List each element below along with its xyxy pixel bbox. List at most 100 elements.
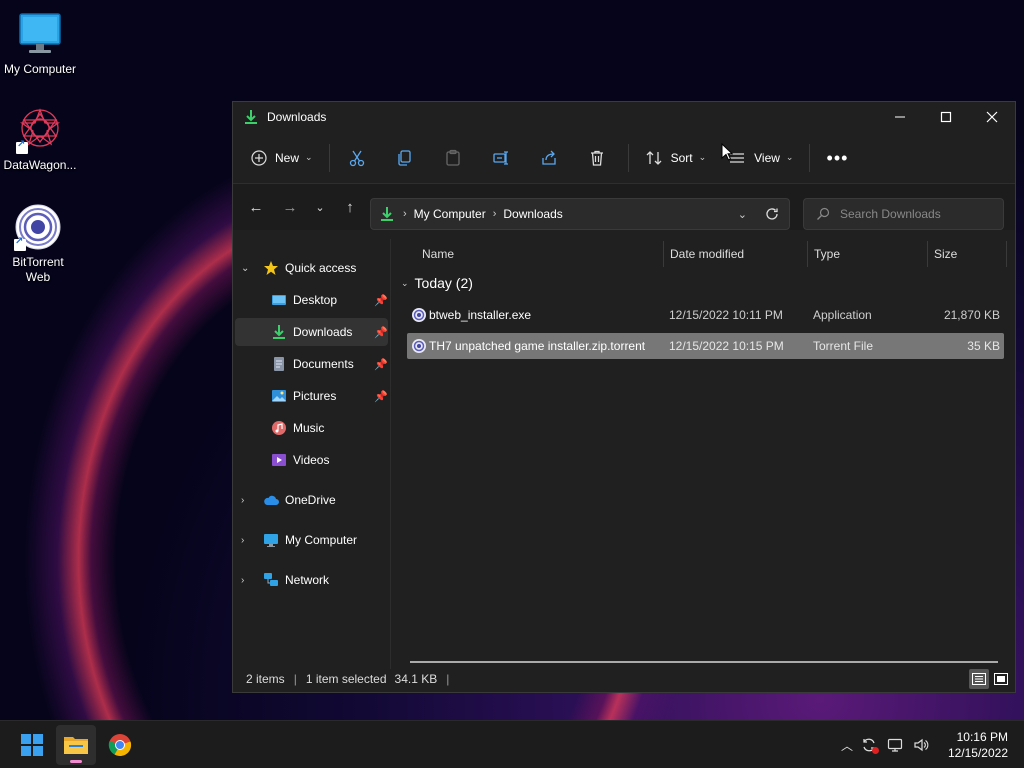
desktop-icon-label: My Computer [3,62,77,76]
paste-button[interactable] [434,142,472,174]
taskbar-chrome[interactable] [100,725,140,765]
nav-quick-access-label: Quick access [285,261,357,275]
torrent-file-icon [411,333,427,359]
pane-splitter[interactable] [390,239,391,669]
close-button[interactable] [969,102,1015,132]
sort-label: Sort [670,150,693,165]
column-header-name[interactable]: Name [422,239,454,269]
shortcut-arrow-icon [16,139,28,154]
address-bar[interactable]: › My Computer › Downloads ⌄ [370,198,790,230]
active-indicator [70,760,82,763]
mouse-cursor-icon [721,142,734,164]
column-divider[interactable] [1006,241,1007,267]
share-button[interactable] [530,142,568,174]
rename-button[interactable] [482,142,520,174]
start-button[interactable] [12,725,52,765]
sync-icon[interactable] [856,737,882,754]
nav-quick-access[interactable]: ⌄ Quick access [233,254,388,282]
search-input[interactable]: Search Downloads [803,198,1004,230]
breadcrumb-my-computer[interactable]: My Computer [414,207,486,221]
nav-onedrive-label: OneDrive [285,493,336,507]
folder-icon [63,734,89,756]
nav-item-desktop[interactable]: Desktop 📌 [233,286,388,314]
nav-item-label: Music [293,421,325,435]
pin-icon[interactable]: 📌 [374,326,388,339]
nav-item-downloads[interactable]: Downloads 📌 [235,318,388,346]
back-button[interactable]: ← [241,192,271,222]
volume-icon[interactable] [908,737,934,753]
pin-icon[interactable]: 📌 [374,358,388,371]
column-header-date-modified[interactable]: Date modified [670,239,744,269]
download-icon [379,206,395,222]
nav-item-label: Downloads [293,325,353,339]
tiles-view-button[interactable] [991,669,1011,689]
search-icon [816,207,830,221]
status-item-count: 2 items [246,672,285,686]
nav-network[interactable]: › Network [233,566,388,594]
chevron-up-icon[interactable]: ︿ [838,737,856,754]
chevron-down-icon: ⌄ [305,152,313,162]
group-label: Today (2) [414,275,473,291]
details-view-button[interactable] [969,669,989,689]
recent-locations-button[interactable]: ⌄ [305,192,335,222]
group-header-today[interactable]: ⌄ Today (2) [401,275,473,291]
nav-item-pictures[interactable]: Pictures 📌 [233,382,388,410]
taskbar-file-explorer[interactable] [56,725,96,765]
nav-item-documents[interactable]: Documents 📌 [233,350,388,378]
navigation-pane: ⌄ Quick access Desktop 📌 Downloads 📌 Doc… [233,239,390,669]
file-date: 12/15/2022 10:15 PM [669,339,784,353]
copy-button[interactable] [386,142,424,174]
desktop-folder-icon [271,292,287,308]
chevron-down-icon: ⌄ [241,262,250,274]
column-divider[interactable] [807,241,808,267]
chevron-down-icon: ⌄ [315,201,325,214]
command-bar: New ⌄ Sort ⌄ View ⌄ ••• [233,132,1015,184]
windows-logo-icon [20,733,44,757]
nav-item-videos[interactable]: Videos [233,446,388,474]
status-divider: | [446,672,450,686]
desktop-icon-bittorrent-web[interactable]: BitTorrent Web [0,203,78,285]
column-divider[interactable] [927,241,928,267]
file-list: Name Date modified Type Size ⌄ Today (2)… [393,239,1013,669]
taskbar-clock[interactable]: 10:16 PM 12/15/2022 [948,729,1008,761]
column-header-type[interactable]: Type [814,239,840,269]
address-history-chevron-icon[interactable]: ⌄ [738,208,747,221]
plus-circle-icon [251,149,267,166]
status-bar: 2 items | 1 item selected 34.1 KB | [233,666,1015,692]
sort-button[interactable]: Sort ⌄ [637,142,715,174]
delete-button[interactable] [578,142,616,174]
new-button[interactable]: New ⌄ [243,142,321,174]
pin-icon[interactable]: 📌 [374,294,388,307]
pin-icon[interactable]: 📌 [374,390,388,403]
refresh-icon[interactable] [765,207,779,221]
desktop-icon-my-computer[interactable]: My Computer [0,10,80,77]
column-divider[interactable] [663,241,664,267]
network-status-icon[interactable] [882,737,908,753]
clock-date: 12/15/2022 [947,746,1008,760]
desktop-icon-label: DataWagon... [3,158,77,172]
column-header-size[interactable]: Size [934,239,957,269]
copy-icon [396,149,414,167]
forward-button[interactable]: → [275,192,305,222]
breadcrumb-downloads[interactable]: Downloads [503,207,562,221]
music-icon [271,420,287,436]
desktop-icon-datawagon[interactable]: DataWagon... [0,106,80,173]
minimize-button[interactable] [877,102,923,132]
title-bar[interactable]: Downloads [233,102,1015,132]
table-row[interactable]: btweb_installer.exe 12/15/2022 10:11 PM … [407,302,1004,328]
nav-item-music[interactable]: Music [233,414,388,442]
toolbar-separator [627,143,629,172]
up-button[interactable]: ↑ [335,192,365,222]
more-options-button[interactable]: ••• [818,142,856,174]
maximize-button[interactable] [923,102,969,132]
error-badge-icon [872,747,879,754]
nav-item-label: Pictures [293,389,337,403]
nav-onedrive[interactable]: › OneDrive [233,486,388,514]
cut-button[interactable] [338,142,376,174]
horizontal-scrollbar[interactable] [410,661,998,663]
taskbar: ︿ 10:16 PM 12/15/2022 [0,720,1024,768]
clock-time: 10:16 PM [956,730,1008,744]
nav-item-label: Documents [293,357,354,371]
table-row-selected[interactable]: TH7 unpatched game installer.zip.torrent… [407,333,1004,359]
nav-my-computer[interactable]: › My Computer [233,526,388,554]
